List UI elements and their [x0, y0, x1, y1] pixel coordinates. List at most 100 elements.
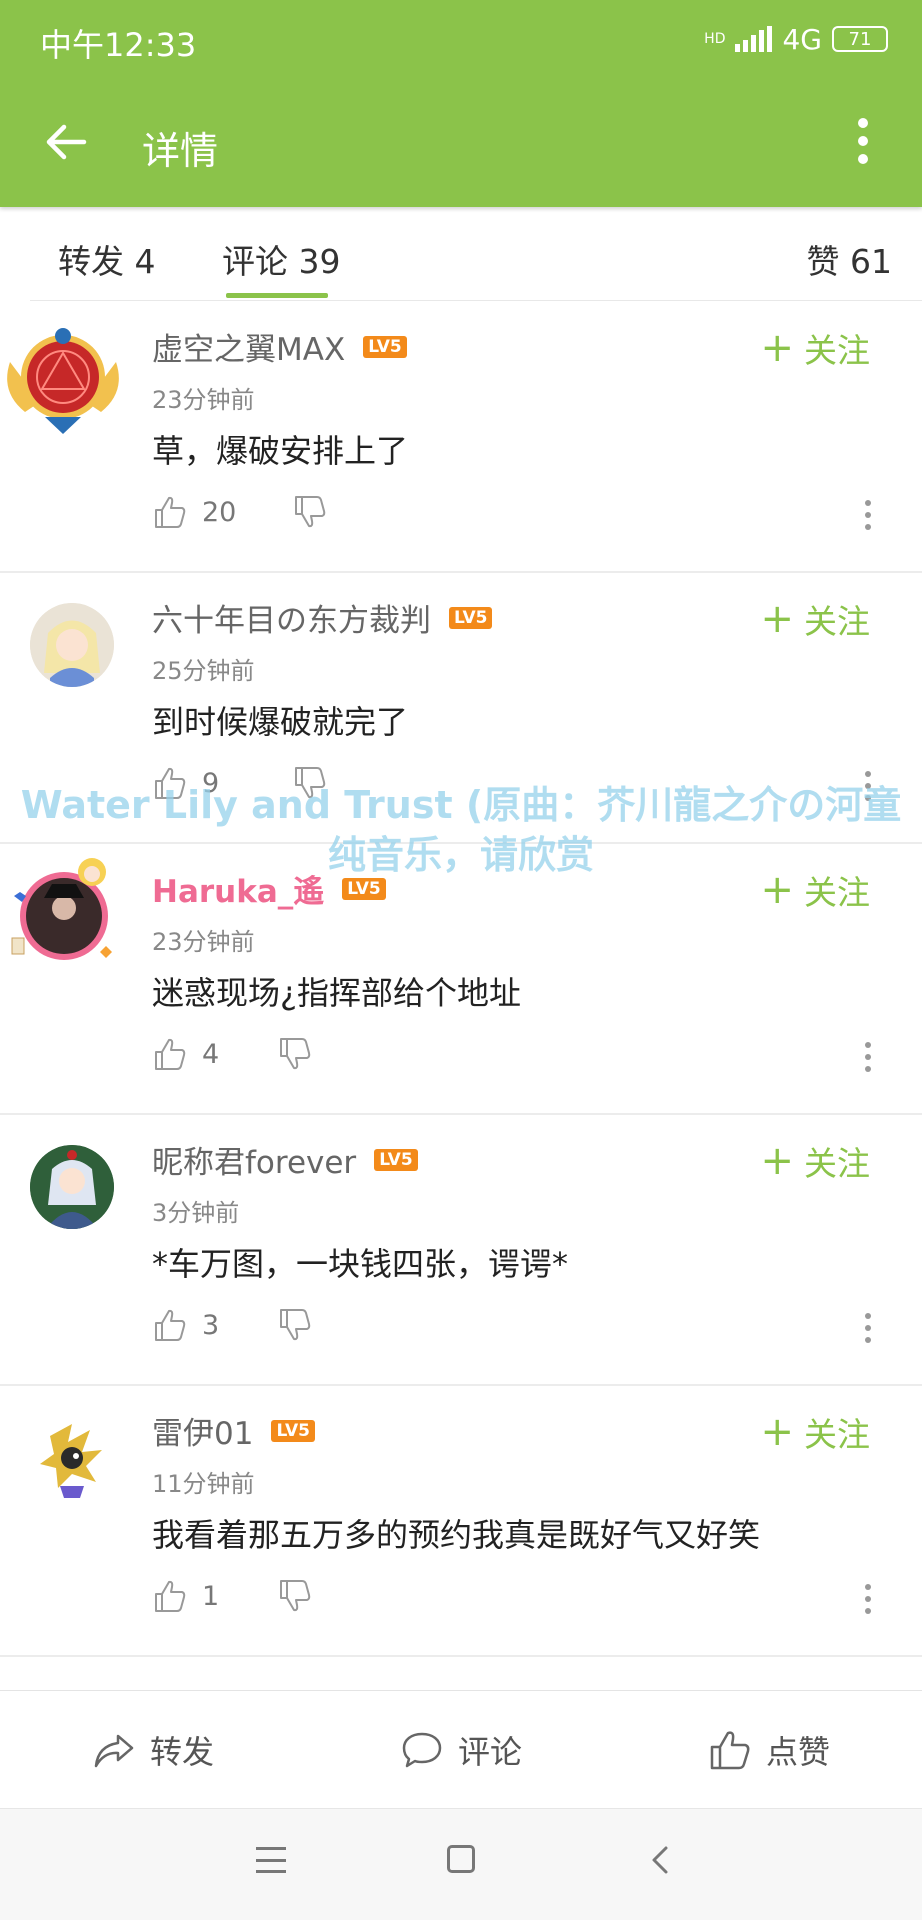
like-count: 9 [202, 767, 220, 799]
comment-time: 11分钟前 [152, 1470, 255, 1498]
username-text[interactable]: 虚空之翼MAX [152, 324, 345, 369]
app-header: 中午12:33 HD 4G 71 详情 [0, 0, 922, 207]
thumbs-down-icon[interactable] [277, 1307, 313, 1343]
comment-item: Haruka_遙 LV5 + 关注 23分钟前 迷惑现场¿指挥部给个地址 4 [0, 844, 922, 1115]
comment-menu-icon[interactable] [864, 1584, 872, 1614]
plus-icon: + [760, 867, 794, 913]
comment-time: 23分钟前 [152, 928, 255, 956]
username-text[interactable]: 雷伊01 [152, 1408, 253, 1453]
battery-icon: 71 [832, 26, 888, 52]
comment-item: 六十年目の东方裁判 LV5 + 关注 25分钟前 到时候爆破就完了 9 [0, 573, 922, 844]
comment-actions: 3 [152, 1307, 313, 1343]
avatar[interactable] [0, 322, 126, 442]
username[interactable]: 昵称君forever LV5 [152, 1137, 418, 1182]
thumbs-up-icon [710, 1731, 750, 1770]
username-text[interactable]: 六十年目の东方裁判 [152, 595, 431, 640]
comment-actions: 20 [152, 494, 328, 530]
plus-icon: + [760, 596, 794, 642]
follow-label: 关注 [804, 602, 870, 641]
comment-label: 评论 [458, 1733, 523, 1771]
thumbs-down-icon[interactable] [292, 494, 328, 530]
follow-button[interactable]: + 关注 [760, 866, 870, 914]
like-count: 3 [202, 1309, 220, 1341]
nav-back-icon[interactable] [648, 1845, 672, 1875]
thumbs-up-icon[interactable] [152, 494, 188, 530]
hd-label: HD [704, 31, 726, 47]
level-badge: LV5 [374, 1148, 418, 1171]
comment-menu-icon[interactable] [864, 1042, 872, 1072]
status-indicators: HD 4G 71 [704, 20, 888, 58]
level-badge: LV5 [449, 606, 493, 629]
username[interactable]: 六十年目の东方裁判 LV5 [152, 595, 493, 640]
username[interactable]: 虚空之翼MAX LV5 [152, 324, 407, 369]
plus-icon: + [760, 325, 794, 371]
divider [30, 300, 922, 301]
tab-likes[interactable]: 赞 61 [807, 235, 892, 283]
forward-button[interactable]: 转发 [92, 1727, 214, 1773]
comment-text: 迷惑现场¿指挥部给个地址 [152, 974, 521, 1012]
thumbs-down-icon[interactable] [292, 765, 328, 801]
comment-actions: 9 [152, 765, 328, 801]
avatar[interactable] [30, 603, 114, 687]
bottom-action-bar: 转发 评论 点赞 [0, 1690, 922, 1808]
forward-label: 转发 [150, 1733, 215, 1771]
signal-icon [735, 26, 773, 52]
thumbs-up-icon[interactable] [152, 1036, 188, 1072]
comment-time: 3分钟前 [152, 1199, 240, 1227]
comment-menu-icon[interactable] [864, 1313, 872, 1343]
follow-label: 关注 [804, 1415, 870, 1454]
username[interactable]: Haruka_遙 LV5 [152, 866, 386, 911]
avatar[interactable] [30, 1416, 114, 1500]
plus-icon: + [760, 1138, 794, 1184]
active-tab-indicator [226, 293, 328, 298]
thumbs-down-icon[interactable] [277, 1578, 313, 1614]
comment-time: 25分钟前 [152, 657, 255, 685]
follow-button[interactable]: + 关注 [760, 1408, 870, 1456]
username[interactable]: 雷伊01 LV5 [152, 1408, 315, 1453]
like-label: 点赞 [766, 1733, 831, 1771]
home-icon[interactable] [447, 1845, 475, 1873]
follow-button[interactable]: + 关注 [760, 1137, 870, 1185]
recent-apps-icon[interactable] [256, 1847, 286, 1873]
more-options-icon[interactable] [856, 118, 870, 164]
detail-tabs: 转发 4 评论 39 赞 61 [0, 207, 922, 301]
thumbs-down-icon[interactable] [277, 1036, 313, 1072]
username-text[interactable]: Haruka_遙 [152, 866, 324, 911]
avatar[interactable] [30, 1145, 114, 1229]
tab-forward[interactable]: 转发 4 [58, 235, 156, 283]
comment-button[interactable]: 评论 [400, 1727, 522, 1773]
level-badge: LV5 [271, 1419, 315, 1442]
level-badge: LV5 [342, 877, 386, 900]
avatar[interactable] [10, 854, 118, 966]
like-count: 20 [202, 496, 237, 528]
thumbs-up-icon[interactable] [152, 765, 188, 801]
page-title: 详情 [142, 129, 219, 173]
speech-bubble-icon [402, 1732, 442, 1768]
comment-text: 到时候爆破就完了 [152, 703, 409, 741]
comment-text: 草，爆破安排上了 [152, 432, 409, 470]
comment-menu-icon[interactable] [864, 500, 872, 530]
like-count: 4 [202, 1038, 220, 1070]
follow-button[interactable]: + 关注 [760, 595, 870, 643]
like-count: 1 [202, 1580, 220, 1612]
tab-comments[interactable]: 评论 39 [222, 235, 340, 283]
comment-actions: 4 [152, 1036, 313, 1072]
comment-item: 雷伊01 LV5 + 关注 11分钟前 我看着那五万多的预约我真是既好气又好笑 1 [0, 1386, 922, 1657]
comment-item: 昵称君forever LV5 + 关注 3分钟前 *车万图，一块钱四张，谔谔* 3 [0, 1115, 922, 1386]
follow-button[interactable]: + 关注 [760, 324, 870, 372]
system-navigation-bar [0, 1808, 922, 1920]
network-label: 4G [782, 22, 822, 56]
thumbs-up-icon[interactable] [152, 1578, 188, 1614]
share-arrow-icon [94, 1734, 134, 1768]
thumbs-up-icon[interactable] [152, 1307, 188, 1343]
comment-text: *车万图，一块钱四张，谔谔* [152, 1245, 569, 1283]
username-text[interactable]: 昵称君forever [152, 1137, 356, 1182]
back-arrow-icon[interactable] [44, 120, 88, 164]
battery-level: 71 [848, 28, 872, 50]
comment-actions: 1 [152, 1578, 313, 1614]
status-time: 中午12:33 [40, 26, 197, 64]
like-button[interactable]: 点赞 [708, 1727, 830, 1773]
comment-menu-icon[interactable] [864, 771, 872, 801]
plus-icon: + [760, 1409, 794, 1455]
comment-time: 23分钟前 [152, 386, 255, 414]
